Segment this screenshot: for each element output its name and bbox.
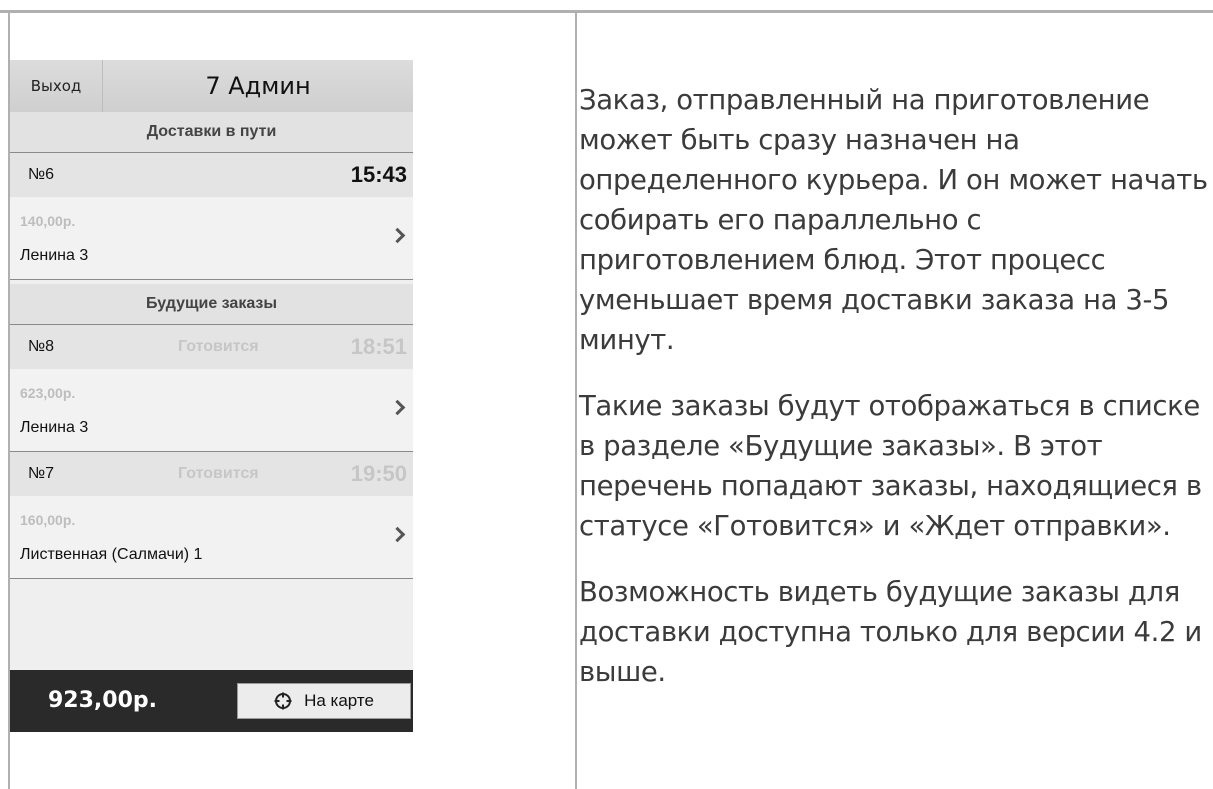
order-number: №7: [28, 465, 55, 482]
order-number: №8: [28, 338, 55, 355]
order-price: 160,00р.: [20, 512, 76, 528]
order-header-6[interactable]: №6 15:43: [10, 153, 413, 197]
app-title: 7 Админ: [205, 72, 311, 100]
order-number: №6: [28, 166, 55, 183]
crosshair-icon: [274, 692, 292, 710]
map-button-label: На карте: [304, 691, 374, 710]
description-paragraph: Такие заказы будут отображаться в списке…: [579, 390, 1202, 542]
section-heading-in-transit: Доставки в пути: [10, 112, 413, 153]
order-time: 19:50: [350, 461, 407, 486]
order-price: 140,00р.: [20, 213, 76, 229]
order-address: Ленина 3: [20, 419, 89, 436]
order-time: 15:43: [350, 162, 407, 187]
section-heading-future: Будущие заказы: [10, 284, 413, 325]
order-row-7[interactable]: 160,00р. Лиственная (Салмачи) 1: [10, 496, 413, 579]
order-time: 18:51: [350, 334, 407, 359]
description-text: Заказ, отправленный на приготовление мож…: [579, 80, 1209, 718]
app-header: Выход 7 Админ: [10, 60, 413, 112]
order-address: Ленина 3: [20, 247, 89, 264]
column-divider: [575, 10, 577, 789]
exit-button[interactable]: Выход: [10, 60, 103, 112]
order-address: Лиственная (Салмачи) 1: [20, 546, 203, 563]
top-divider: [0, 10, 1213, 13]
chevron-right-icon[interactable]: [389, 526, 406, 543]
order-price: 623,00р.: [20, 385, 76, 401]
order-status: Готовится: [178, 465, 259, 482]
order-header-8[interactable]: №8 Готовится 18:51: [10, 325, 413, 369]
show-on-map-button[interactable]: На карте: [237, 683, 411, 719]
app-screenshot: Выход 7 Админ Доставки в пути №6 15:43 1…: [10, 60, 413, 732]
chevron-right-icon[interactable]: [389, 227, 406, 244]
order-status: Готовится: [178, 338, 259, 355]
description-paragraph: Возможность видеть будущие заказы для до…: [579, 576, 1202, 688]
footer-bar: 923,00р. На карте: [10, 670, 413, 732]
description-paragraph: Заказ, отправленный на приготовление мож…: [579, 84, 1208, 356]
page: Выход 7 Админ Доставки в пути №6 15:43 1…: [0, 0, 1213, 789]
order-row-8[interactable]: 623,00р. Ленина 3: [10, 369, 413, 452]
order-row-6[interactable]: 140,00р. Ленина 3: [10, 197, 413, 280]
total-amount: 923,00р.: [48, 688, 158, 713]
order-header-7[interactable]: №7 Готовится 19:50: [10, 452, 413, 496]
chevron-right-icon[interactable]: [389, 399, 406, 416]
